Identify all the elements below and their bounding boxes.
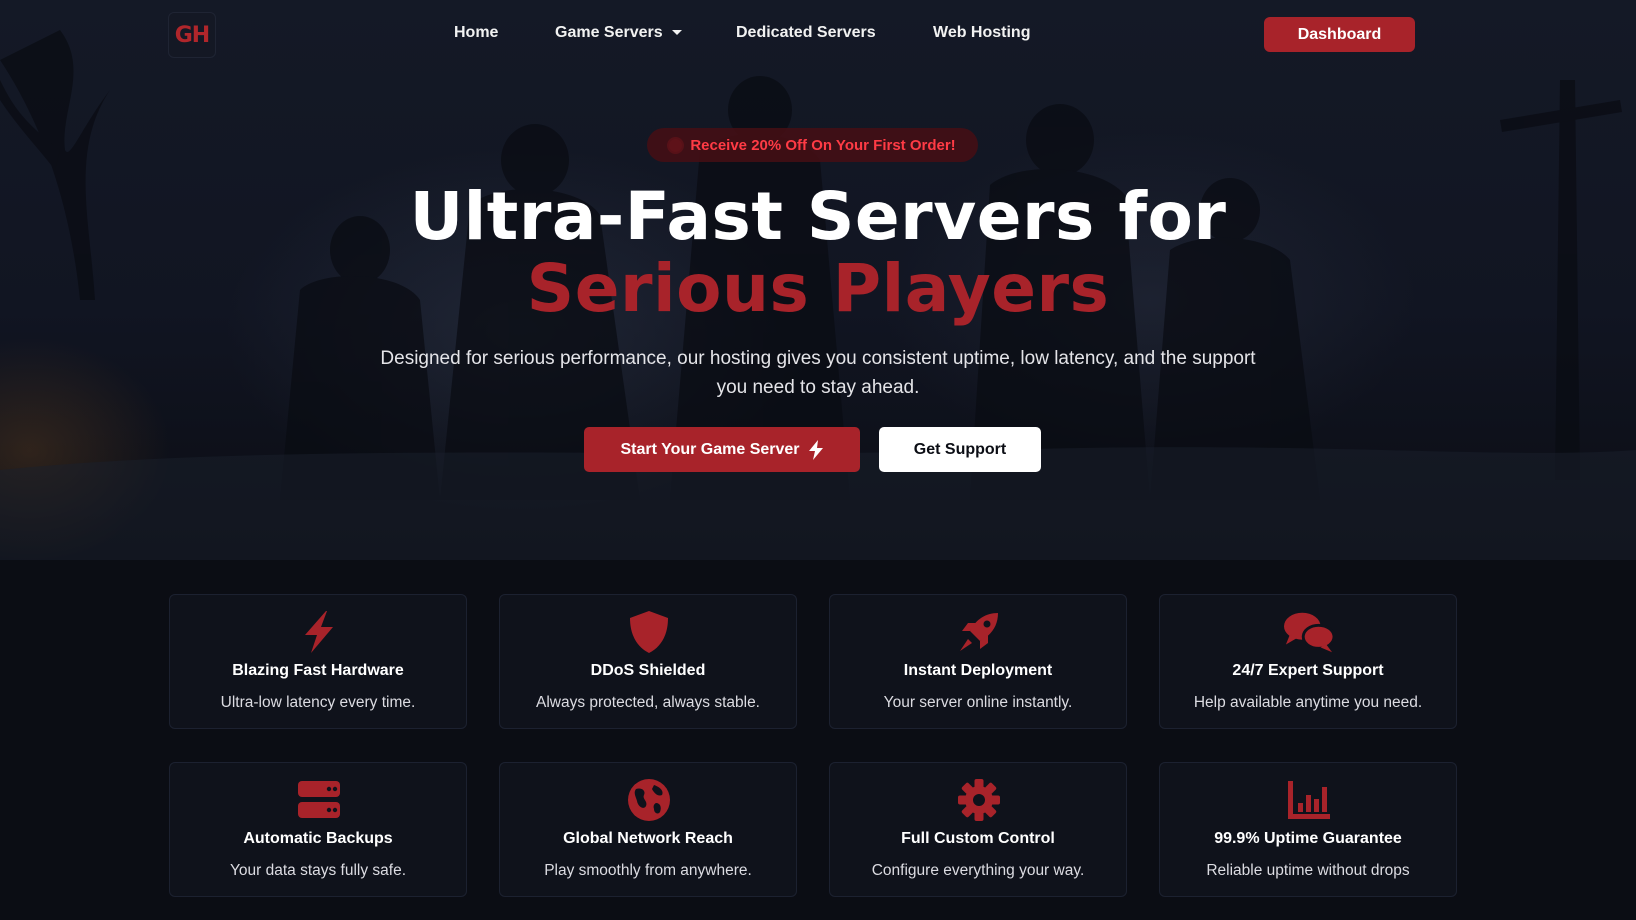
feature-card: Instant Deployment Your server online in… [829, 594, 1127, 729]
bolt-icon [808, 439, 823, 460]
feature-desc: Play smoothly from anywhere. [544, 862, 752, 879]
feature-title: DDoS Shielded [590, 662, 706, 679]
gear-icon [954, 777, 1004, 823]
feature-title: 24/7 Expert Support [1232, 662, 1384, 679]
feature-title: Automatic Backups [243, 830, 393, 847]
bolt-icon [294, 609, 344, 655]
promo-text: Receive 20% Off On Your First Order! [690, 136, 956, 154]
start-game-server-label: Start Your Game Server [620, 440, 800, 458]
nav-item-home[interactable]: Home [454, 24, 498, 42]
feature-title: Blazing Fast Hardware [232, 662, 404, 679]
top-nav: GH Home Game Servers Dedicated Servers W… [0, 0, 1636, 70]
feature-desc: Your server online instantly. [883, 694, 1073, 711]
feature-title: 99.9% Uptime Guarantee [1214, 830, 1402, 847]
feature-card: DDoS Shielded Always protected, always s… [499, 594, 797, 729]
shield-icon [624, 609, 674, 655]
chat-bubbles-icon [1284, 609, 1334, 655]
feature-card: Automatic Backups Your data stays fully … [169, 762, 467, 897]
feature-desc: Configure everything your way. [871, 862, 1085, 879]
hero-headline-line2: Serious Players [526, 250, 1110, 327]
nav-item-game-servers[interactable]: Game Servers [555, 24, 682, 42]
pulse-dot-icon [669, 138, 683, 152]
chevron-down-icon [671, 30, 682, 36]
feature-desc: Your data stays fully safe. [229, 862, 407, 879]
get-support-button[interactable]: Get Support [879, 427, 1041, 472]
nav-item-dedicated-servers[interactable]: Dedicated Servers [736, 24, 876, 42]
feature-title: Full Custom Control [901, 830, 1055, 847]
feature-card: Blazing Fast Hardware Ultra-low latency … [169, 594, 467, 729]
server-icon [294, 777, 344, 823]
feature-desc: Help available anytime you need. [1193, 694, 1423, 711]
dashboard-button[interactable]: Dashboard [1264, 17, 1415, 52]
feature-desc: Ultra-low latency every time. [220, 694, 416, 711]
feature-card: Global Network Reach Play smoothly from … [499, 762, 797, 897]
hero-headline-line1: Ultra-Fast Servers for [409, 178, 1227, 255]
feature-card: Full Custom Control Configure everything… [829, 762, 1127, 897]
promo-badge: Receive 20% Off On Your First Order! [647, 128, 978, 162]
feature-title: Instant Deployment [903, 662, 1053, 679]
rocket-icon [954, 609, 1004, 655]
nav-item-game-servers-label: Game Servers [555, 24, 663, 41]
hero-subtext: Designed for serious performance, our ho… [380, 348, 1256, 398]
feature-card: 99.9% Uptime Guarantee Reliable uptime w… [1159, 762, 1457, 897]
feature-desc: Reliable uptime without drops [1206, 862, 1410, 879]
feature-card: 24/7 Expert Support Help available anyti… [1159, 594, 1457, 729]
start-game-server-button[interactable]: Start Your Game Server [584, 427, 860, 472]
bar-chart-icon [1284, 777, 1334, 823]
nav-item-web-hosting[interactable]: Web Hosting [933, 24, 1030, 42]
globe-icon [624, 777, 674, 823]
feature-desc: Always protected, always stable. [536, 694, 760, 711]
feature-title: Global Network Reach [563, 830, 733, 847]
